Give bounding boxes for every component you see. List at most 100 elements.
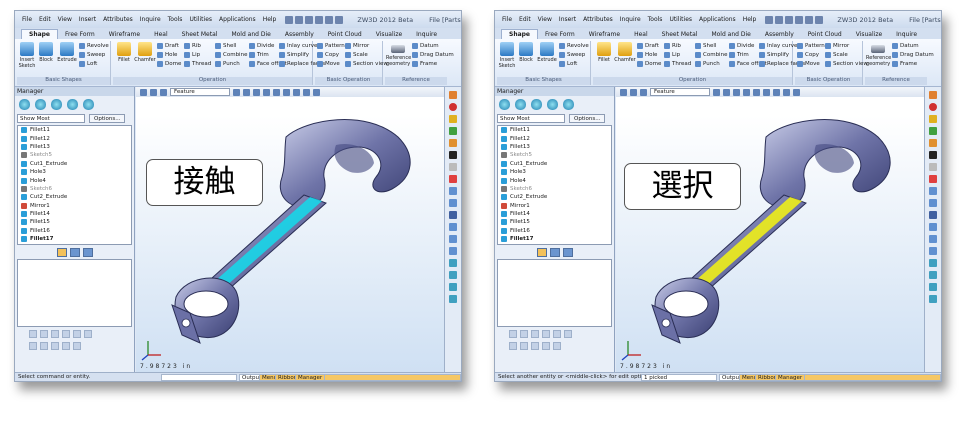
menu-utilities[interactable]: Utilities bbox=[189, 16, 212, 23]
assembly-icon[interactable] bbox=[515, 99, 526, 110]
new-file-icon[interactable] bbox=[765, 15, 774, 24]
list-view-tab[interactable] bbox=[562, 247, 573, 257]
image-icon[interactable] bbox=[929, 283, 937, 291]
play-icon[interactable] bbox=[51, 330, 59, 338]
save-icon[interactable] bbox=[305, 15, 314, 24]
tab-heal[interactable]: Heal bbox=[147, 30, 175, 39]
tree-item[interactable]: Sketch5 bbox=[498, 151, 611, 159]
layout-icon[interactable] bbox=[929, 271, 937, 279]
frame-button[interactable]: Frame bbox=[412, 60, 437, 68]
gray-swatch-icon[interactable] bbox=[449, 163, 457, 171]
zoom-icon[interactable] bbox=[160, 88, 167, 96]
datum-button[interactable]: Datum bbox=[892, 42, 919, 50]
pencil-icon[interactable] bbox=[520, 342, 528, 350]
delete-icon[interactable] bbox=[542, 342, 550, 350]
tree-item[interactable]: Mirror1 bbox=[18, 202, 131, 210]
revolve-button[interactable]: Revolve bbox=[559, 42, 589, 50]
tree-item[interactable]: Hole4 bbox=[498, 176, 611, 184]
undo-icon[interactable] bbox=[805, 15, 814, 24]
menu-tools[interactable]: Tools bbox=[648, 16, 663, 23]
display-icon[interactable] bbox=[563, 99, 574, 110]
section-view-button[interactable]: Section view bbox=[345, 60, 388, 68]
material-icon[interactable] bbox=[929, 127, 937, 135]
tab-assembly[interactable]: Assembly bbox=[278, 30, 321, 39]
tree-item[interactable]: Fillet16 bbox=[498, 227, 611, 235]
tree-view-tab[interactable] bbox=[536, 247, 547, 257]
tab-assembly[interactable]: Assembly bbox=[758, 30, 801, 39]
tab-wireframe[interactable]: Wireframe bbox=[102, 30, 147, 39]
tab-visualize[interactable]: Visualize bbox=[369, 30, 409, 39]
menu-attributes[interactable]: Attributes bbox=[103, 16, 133, 23]
snap-icon[interactable] bbox=[929, 199, 937, 207]
insert-sketch-button[interactable]: Insert Sketch bbox=[18, 42, 36, 69]
tree-item[interactable]: Fillet14 bbox=[18, 210, 131, 218]
view-box-icon[interactable] bbox=[929, 259, 937, 267]
view-front-icon[interactable] bbox=[743, 88, 750, 96]
insert-sketch-button[interactable]: Insert Sketch bbox=[498, 42, 516, 69]
redo-icon[interactable] bbox=[815, 15, 824, 24]
block-button[interactable]: Block bbox=[517, 42, 535, 63]
menu-tools[interactable]: Tools bbox=[168, 16, 183, 23]
menu-edit[interactable]: Edit bbox=[519, 16, 531, 23]
zoom-all-icon[interactable] bbox=[303, 88, 310, 96]
rib-button[interactable]: Rib bbox=[184, 42, 201, 50]
mirror-button[interactable]: Mirror bbox=[345, 42, 369, 50]
shell-button[interactable]: Shell bbox=[215, 42, 236, 50]
tab-shape[interactable]: Shape bbox=[501, 29, 539, 39]
mark-icon[interactable] bbox=[531, 342, 539, 350]
undo-icon[interactable] bbox=[325, 15, 334, 24]
menu-file[interactable]: File bbox=[22, 16, 32, 23]
save-icon[interactable] bbox=[785, 15, 794, 24]
wireframe-icon[interactable] bbox=[243, 88, 250, 96]
tree-item[interactable]: Sketch6 bbox=[18, 185, 131, 193]
tree-item[interactable]: Cut2_Extrude bbox=[18, 193, 131, 201]
redo-icon[interactable] bbox=[335, 15, 344, 24]
tree-item[interactable]: Mirror1 bbox=[498, 202, 611, 210]
image-icon[interactable] bbox=[449, 283, 457, 291]
tree-item[interactable]: Fillet13 bbox=[498, 143, 611, 151]
print-icon[interactable] bbox=[315, 15, 324, 24]
view-box-icon[interactable] bbox=[449, 259, 457, 267]
menu-help[interactable]: Help bbox=[743, 16, 757, 23]
mirror-button[interactable]: Mirror bbox=[825, 42, 849, 50]
layers-icon[interactable] bbox=[51, 99, 62, 110]
tree-item[interactable]: Hole3 bbox=[498, 168, 611, 176]
pattern-button[interactable]: Pattern bbox=[317, 42, 345, 50]
scale-button[interactable]: Scale bbox=[345, 51, 368, 59]
tree-item[interactable]: Cut2_Extrude bbox=[498, 193, 611, 201]
scale-button[interactable]: Scale bbox=[825, 51, 848, 59]
tree-item[interactable]: Fillet15 bbox=[498, 218, 611, 226]
punch-button[interactable]: Punch bbox=[695, 60, 720, 68]
tab-inquire[interactable]: Inquire bbox=[889, 30, 924, 39]
arrow-icon[interactable] bbox=[929, 235, 937, 243]
zoom-all-icon[interactable] bbox=[783, 88, 790, 96]
tab-sheet-metal[interactable]: Sheet Metal bbox=[655, 30, 705, 39]
rib-button[interactable]: Rib bbox=[664, 42, 681, 50]
thread-button[interactable]: Thread bbox=[664, 60, 691, 68]
grid-icon[interactable] bbox=[929, 187, 937, 195]
stop-circle-icon[interactable] bbox=[929, 103, 937, 111]
tab-free-form[interactable]: Free Form bbox=[58, 30, 102, 39]
rotate-icon[interactable] bbox=[150, 88, 157, 96]
simplify-button[interactable]: Simplify bbox=[279, 51, 309, 59]
screen-icon[interactable] bbox=[449, 295, 457, 303]
view-orient-icon[interactable] bbox=[620, 88, 627, 96]
show-filter-select[interactable]: Show Most bbox=[17, 114, 85, 123]
combine-button[interactable]: Combine bbox=[695, 51, 727, 59]
light-icon[interactable] bbox=[449, 139, 457, 147]
statusbar-tab-manager[interactable]: Manager bbox=[775, 374, 806, 381]
play-first-icon[interactable] bbox=[29, 330, 37, 338]
view-manager-icon[interactable] bbox=[67, 99, 78, 110]
display-icon[interactable] bbox=[83, 99, 94, 110]
tree-item[interactable]: Sketch5 bbox=[18, 151, 131, 159]
fillet-button[interactable]: Fillet bbox=[595, 42, 613, 63]
play-first-icon[interactable] bbox=[509, 330, 517, 338]
view-iso-icon[interactable] bbox=[773, 88, 780, 96]
tree-item[interactable]: Fillet17 bbox=[498, 235, 611, 243]
chamfer-button[interactable]: Chamfer bbox=[614, 42, 636, 63]
loft-button[interactable]: Loft bbox=[79, 60, 97, 68]
arrow-icon[interactable] bbox=[449, 235, 457, 243]
lip-button[interactable]: Lip bbox=[664, 51, 680, 59]
shade-icon[interactable] bbox=[713, 88, 720, 96]
play-last-icon[interactable] bbox=[553, 330, 561, 338]
